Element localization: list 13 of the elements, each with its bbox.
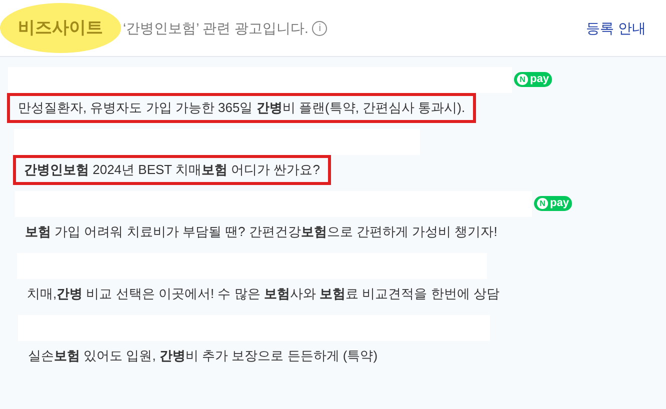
register-link[interactable]: 등록 안내 xyxy=(586,18,646,38)
brand-label: 비즈사이트 xyxy=(0,3,121,53)
ad-description: 보험 가입 어려워 치료비가 부담될 땐? 간편건강보험으로 간편하게 가성비 챙기자! xyxy=(25,224,498,239)
npay-badge: N pay xyxy=(514,72,552,87)
ad-title-block[interactable] xyxy=(14,129,420,155)
ad-description: 만성질환자, 유병자도 가입 가능한 365일 간병비 플랜(특약, 간편심사 통과시). xyxy=(18,100,466,115)
ad-description: 간병인보험 2024년 BEST 치매보험 어디가 싼가요? xyxy=(24,162,320,177)
ad-description: 치매,간병 비교 선택은 이곳에서! 수 많은 보험사와 보험료 비교견적을 한번에 상담 xyxy=(27,286,500,301)
ad-notice: ‘간병인보험’ 관련 광고입니다. xyxy=(123,18,308,38)
info-icon[interactable]: i xyxy=(312,20,328,36)
ad-title-block[interactable] xyxy=(8,67,512,93)
npay-badge: N pay xyxy=(534,196,572,211)
ad-description: 실손보험 있어도 입원, 간병비 추가 보장으로 든든하게 (특약) xyxy=(28,348,378,363)
